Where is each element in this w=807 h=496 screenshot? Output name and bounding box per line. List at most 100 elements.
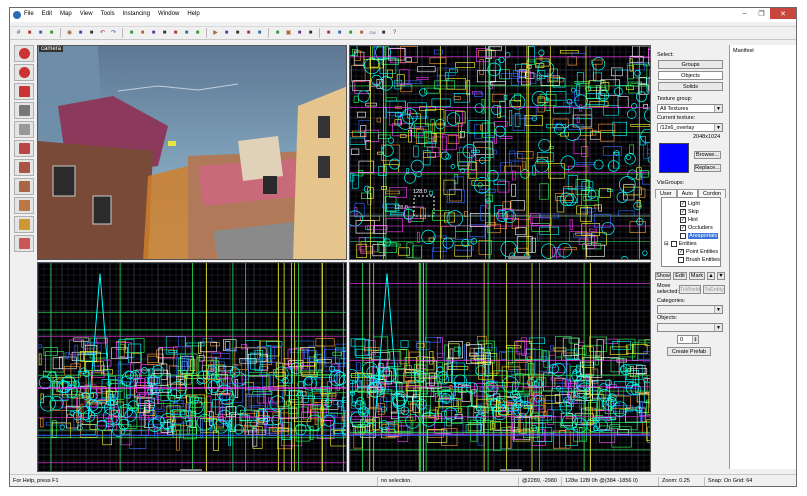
to-entity-button[interactable]: ToEntity — [703, 285, 725, 294]
texture-scale-icon[interactable]: ■ — [87, 29, 96, 38]
side-view-scroll-handle[interactable] — [500, 469, 522, 471]
selection-tool-icon[interactable] — [14, 45, 34, 62]
run-map-icon[interactable]: ▶ — [211, 29, 220, 38]
lighting-preview-icon[interactable]: ■ — [379, 29, 388, 38]
minimize-button[interactable]: – — [736, 8, 753, 19]
ungroup-icon[interactable]: ■ — [149, 29, 158, 38]
hide-icon[interactable]: ■ — [160, 29, 169, 38]
visgroup-item[interactable]: ✓ Light — [680, 200, 700, 207]
menu-view[interactable]: View — [80, 11, 93, 17]
quick-hide-icon[interactable]: ■ — [295, 29, 304, 38]
camera-tool-icon[interactable] — [14, 83, 34, 100]
to-entity-icon[interactable]: ■ — [193, 29, 202, 38]
visgroup-checkbox[interactable] — [670, 240, 677, 247]
redo-icon[interactable]: ↷ — [109, 29, 118, 38]
menu-edit[interactable]: Edit — [42, 11, 52, 17]
visgroup-item[interactable]: Areaportals — [680, 232, 719, 239]
block-tool-icon[interactable] — [14, 121, 34, 138]
current-texture-select[interactable]: /12x6_overlay ▼ — [657, 123, 723, 132]
top-view-scroll-handle[interactable] — [508, 256, 530, 259]
menu-file[interactable]: File — [24, 11, 34, 17]
categories-select[interactable]: ▼ — [657, 305, 723, 314]
close-button[interactable]: ✕ — [770, 8, 796, 19]
help-icon[interactable]: ? — [390, 29, 399, 38]
objects-count-field[interactable]: 0 ⇕ — [677, 335, 699, 344]
magnify-tool-icon[interactable] — [14, 64, 34, 81]
unhide-icon[interactable]: ■ — [171, 29, 180, 38]
overlay-icon[interactable]: ■ — [255, 29, 264, 38]
vertex-tool-icon[interactable] — [14, 235, 34, 252]
wireframe-icon[interactable]: ■ — [324, 29, 333, 38]
front-view-scroll-handle[interactable] — [180, 469, 202, 471]
front-view-viewport[interactable] — [37, 262, 347, 472]
grid-size-down-icon[interactable]: ■ — [36, 29, 45, 38]
move-down-icon[interactable]: ▼ — [717, 272, 725, 280]
visgroup-item[interactable]: ✓ Point Entities — [678, 248, 718, 255]
visgroup-checkbox[interactable]: ✓ — [680, 208, 686, 215]
grid-icon[interactable]: # — [14, 29, 23, 38]
entity-tool-icon[interactable] — [14, 102, 34, 119]
menu-help[interactable]: Help — [187, 11, 199, 17]
lightmap-icon[interactable]: ■ — [357, 29, 366, 38]
visgroups-tree[interactable]: ✓ Light ✓ Skip ✓ Hint ✓ Occluders Areaportals ⊟ En… — [661, 197, 721, 267]
carve-icon[interactable]: ■ — [127, 29, 136, 38]
restore-button[interactable]: ❐ — [753, 8, 770, 19]
visgroup-checkbox[interactable] — [680, 232, 686, 239]
browse-button[interactable]: Browse... — [694, 151, 721, 159]
spin-arrows-icon[interactable]: ⇕ — [692, 336, 698, 343]
texture-icon[interactable]: ■ — [346, 29, 355, 38]
camera-viewport[interactable]: camera — [37, 45, 347, 260]
decal-icon[interactable]: ■ — [244, 29, 253, 38]
objects-select[interactable]: ▼ — [657, 323, 723, 332]
visgroup-checkbox[interactable]: ✓ — [680, 200, 686, 207]
vertex-icon[interactable]: ■ — [222, 29, 231, 38]
to-world-button[interactable]: ToWorld — [679, 285, 701, 294]
top-view-viewport[interactable]: 128.0 128.0 — [349, 45, 651, 260]
select-objects-button[interactable]: Objects — [658, 71, 723, 80]
to-world-icon[interactable]: ■ — [182, 29, 191, 38]
select-groups-button[interactable]: Groups — [658, 60, 723, 69]
replace-button[interactable]: Replace... — [694, 164, 721, 172]
apply-texture-icon[interactable] — [14, 159, 34, 176]
select-all-icon[interactable]: ▣ — [284, 29, 293, 38]
grid-size-up-icon[interactable]: ■ — [47, 29, 56, 38]
collapse-icon[interactable]: ⊟ — [664, 241, 669, 247]
clip-tool-icon[interactable] — [14, 216, 34, 233]
visgroup-checkbox[interactable]: ✓ — [678, 248, 684, 255]
clip-icon[interactable]: ■ — [233, 29, 242, 38]
flat-icon[interactable]: ■ — [335, 29, 344, 38]
select-solids-button[interactable]: Solids — [658, 82, 723, 91]
menu-map[interactable]: Map — [60, 11, 72, 17]
menu-tools[interactable]: Tools — [101, 11, 115, 17]
texture-lock-icon[interactable]: ■ — [76, 29, 85, 38]
visgroup-checkbox[interactable]: ✓ — [680, 216, 686, 223]
group-icon[interactable]: ■ — [138, 29, 147, 38]
visgroup-item[interactable]: ⊟ Entities — [664, 240, 697, 247]
create-prefab-button[interactable]: Create Prefab — [667, 347, 711, 356]
decal-tool-icon[interactable] — [14, 178, 34, 195]
visgroup-checkbox[interactable] — [678, 256, 684, 263]
move-up-icon[interactable]: ▲ — [707, 272, 715, 280]
texture-group-select[interactable]: All Textures ▼ — [657, 104, 723, 113]
menu-instancing[interactable]: Instancing — [123, 11, 150, 17]
grid-toggle-icon[interactable]: ■ — [25, 29, 34, 38]
visgroup-item[interactable]: ✓ Hint — [680, 216, 698, 223]
visgroup-show-button[interactable]: Show — [655, 272, 671, 280]
camera-icon[interactable]: ◉ — [65, 29, 74, 38]
undo-icon[interactable]: ↶ — [98, 29, 107, 38]
cm-icon[interactable]: CM — [368, 29, 377, 38]
menu-window[interactable]: Window — [158, 11, 179, 17]
visgroup-item[interactable]: ✓ Occluders — [680, 224, 713, 231]
visgroup-item[interactable]: Brush Entities — [678, 256, 720, 263]
side-view-viewport[interactable] — [349, 262, 651, 472]
overlay-tool-icon[interactable] — [14, 197, 34, 214]
app-icon[interactable] — [13, 11, 21, 19]
visgroup-checkbox[interactable]: ✓ — [680, 224, 686, 231]
sel-icon[interactable]: ■ — [273, 29, 282, 38]
texture-app-icon[interactable] — [14, 140, 34, 157]
hide-unselected-icon[interactable]: ■ — [306, 29, 315, 38]
visgroup-mark-button[interactable]: Mark — [689, 272, 705, 280]
visgroup-item[interactable]: ✓ Skip — [680, 208, 699, 215]
camera-viewport-label[interactable]: camera — [39, 46, 64, 52]
visgroup-edit-button[interactable]: Edit — [673, 272, 687, 280]
